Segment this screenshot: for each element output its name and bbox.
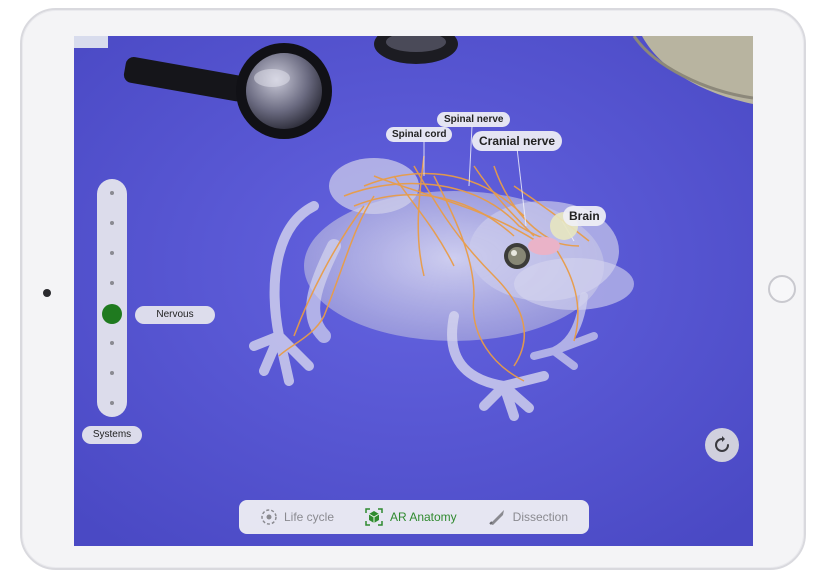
slider-stop[interactable]	[110, 191, 114, 195]
slider-knob[interactable]	[102, 304, 122, 324]
slider-stop[interactable]	[110, 281, 114, 285]
brain-label[interactable]: Brain	[563, 206, 606, 226]
paper-edge	[74, 36, 108, 48]
slider-stop[interactable]	[110, 251, 114, 255]
life-cycle-icon	[261, 509, 277, 525]
tab-ar-anatomy[interactable]: AR Anatomy	[364, 507, 457, 527]
ar-scene[interactable]	[74, 36, 753, 546]
slider-stop[interactable]	[110, 341, 114, 345]
front-camera	[43, 289, 51, 297]
slider-stop[interactable]	[110, 221, 114, 225]
tab-label: Dissection	[512, 510, 569, 524]
rotate-icon	[715, 436, 729, 452]
home-button[interactable]	[768, 275, 796, 303]
reset-button[interactable]	[705, 428, 739, 462]
tab-dissection[interactable]: Dissection	[487, 507, 568, 527]
slider-stop[interactable]	[110, 371, 114, 375]
systems-slider[interactable]	[97, 179, 127, 417]
tab-label: Life cycle	[283, 510, 335, 524]
tab-label: AR Anatomy	[389, 510, 457, 524]
spinal-cord-label[interactable]: Spinal cord	[386, 127, 453, 142]
spinal-nerve-label[interactable]: Spinal nerve	[437, 112, 511, 127]
slider-stop[interactable]	[110, 401, 114, 405]
scalpel-icon	[488, 510, 504, 525]
cranial-nerve-label[interactable]: Cranial nerve	[472, 131, 563, 151]
ar-screen: Spinal cord Spinal nerve Cranial nerve B…	[74, 36, 753, 546]
brain-organ	[528, 237, 560, 255]
selected-system-label: Nervous	[135, 306, 215, 324]
mode-tab-bar: Life cycle AR Anatomy Dissection	[239, 500, 589, 534]
systems-label: Systems	[82, 426, 142, 444]
ar-cube-icon	[365, 508, 383, 526]
tab-life-cycle[interactable]: Life cycle	[260, 508, 334, 526]
